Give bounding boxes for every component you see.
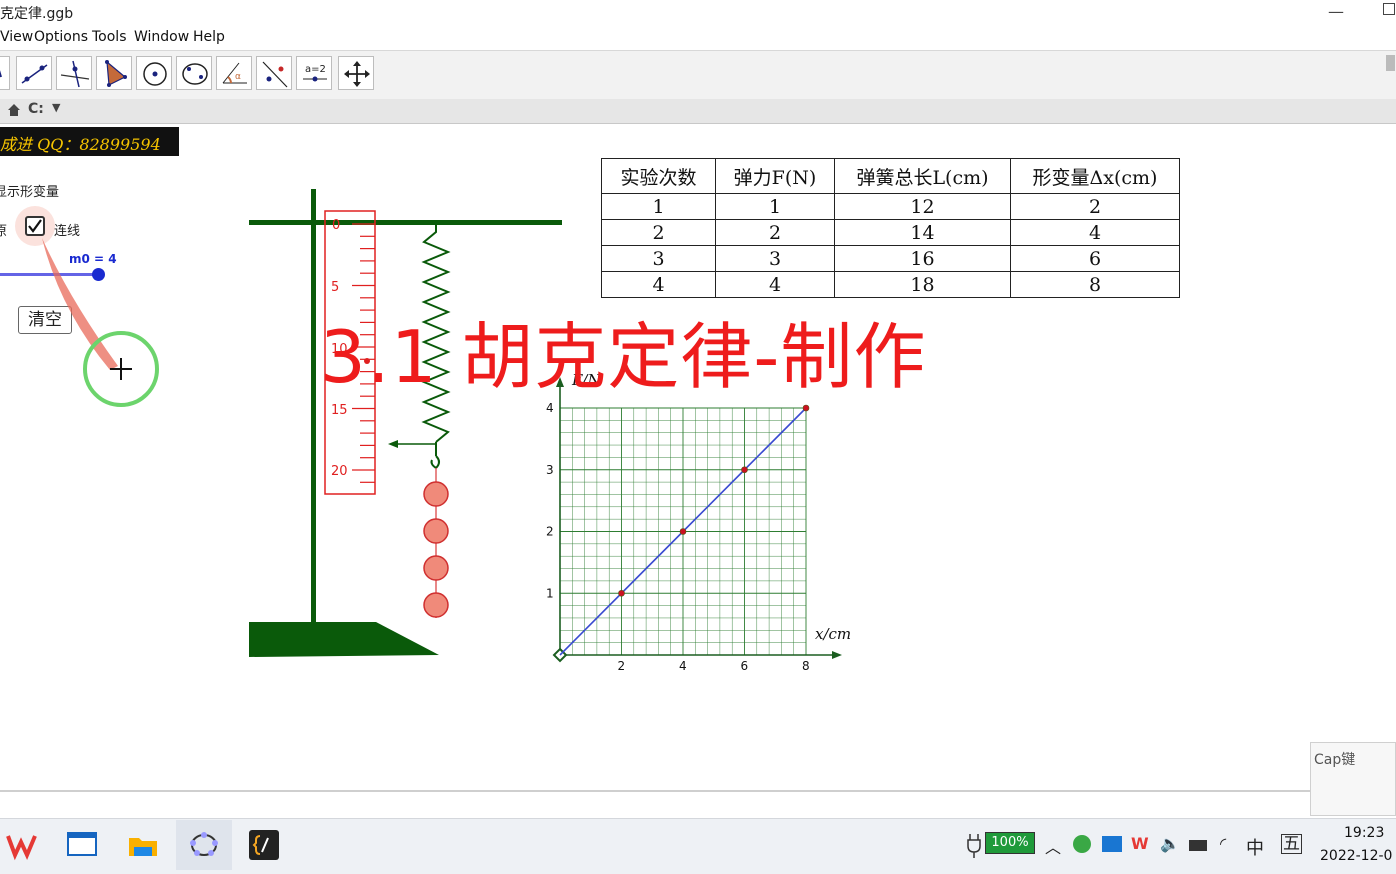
geogebra-icon[interactable] [187, 828, 221, 862]
clock-date[interactable]: 2022-12-0 [1320, 848, 1392, 864]
table-cell: 4 [601, 271, 716, 298]
weight-2 [423, 518, 449, 544]
wps-icon[interactable] [5, 828, 39, 862]
table-row: 2 2 14 4 [601, 219, 1180, 246]
weight-3 [423, 555, 449, 581]
ruler-label-5: 5 [331, 280, 339, 295]
table-cell: 2 [715, 219, 835, 246]
stand-top-bar [249, 220, 562, 225]
clock-time[interactable]: 19:23 [1344, 825, 1384, 841]
table-cell: 1 [715, 193, 835, 220]
window-icon[interactable] [66, 828, 100, 862]
weight-4 [423, 592, 449, 618]
data-point [802, 404, 810, 412]
wifi-icon[interactable]: ◜ [1220, 834, 1226, 853]
caps-popup-text: Cap键 [1314, 752, 1356, 768]
status-divider [0, 790, 1396, 792]
tray-chevron-up-icon[interactable]: ︿ [1045, 834, 1061, 858]
table-cell: 2 [1010, 193, 1180, 220]
hook-icon [430, 455, 440, 470]
table-cell: 3 [715, 245, 835, 272]
ime-mode-indicator[interactable]: 五 [1281, 834, 1302, 854]
y-tick-label: 4 [546, 401, 554, 415]
meeting-icon[interactable] [1102, 836, 1122, 852]
power-plug-icon [966, 832, 982, 858]
weight-1 [423, 481, 449, 507]
ruler-label-0: 0 [332, 218, 340, 233]
table-cell: 1 [601, 193, 716, 220]
table-header: 实验次数 [601, 158, 716, 194]
x-tick-label: 2 [618, 659, 626, 673]
chart-xlabel: x/cm [815, 625, 851, 643]
stand-pole [311, 189, 316, 625]
ruler-label-20: 20 [331, 464, 348, 479]
x-tick-label: 6 [741, 659, 749, 673]
table-cell: 8 [1010, 271, 1180, 298]
bracket-app-icon[interactable] [247, 828, 281, 862]
table-cell: 6 [1010, 245, 1180, 272]
y-tick-label: 3 [546, 463, 554, 477]
chart-series [559, 404, 810, 656]
table-cell: 4 [1010, 219, 1180, 246]
ruler-label-15: 15 [331, 403, 348, 418]
data-point [679, 528, 687, 535]
table-header: 形变量Δx(cm) [1010, 158, 1180, 194]
y-tick-label: 2 [546, 525, 554, 539]
table-header: 弹簧总长L(cm) [834, 158, 1011, 194]
x-axis-arrow [832, 651, 842, 659]
table-row: 3 3 16 6 [601, 245, 1180, 272]
x-tick-label: 4 [679, 659, 687, 673]
y-tick-label: 1 [546, 586, 554, 600]
force-extension-chart: 2 4 6 81234 F/N x/cm [546, 371, 851, 673]
volume-icon[interactable]: 🔈 [1160, 834, 1180, 853]
table-cell: 2 [601, 219, 716, 246]
stand-base [249, 622, 439, 657]
battery-indicator[interactable]: 100% [985, 832, 1035, 854]
table-cell: 4 [715, 271, 835, 298]
table-row: 4 4 18 8 [601, 271, 1180, 298]
battery-tray-icon[interactable] [1189, 840, 1207, 851]
table-cell: 14 [834, 219, 1011, 246]
x-tick-label: 8 [802, 659, 810, 673]
file-explorer-icon[interactable] [126, 828, 160, 862]
table-cell: 3 [601, 245, 716, 272]
table-header: 弹力F(N) [715, 158, 835, 194]
sync-icon[interactable] [1073, 835, 1091, 853]
wps-tray-icon[interactable]: W [1131, 834, 1149, 853]
ime-indicator[interactable]: 中 [1246, 834, 1264, 860]
data-point [741, 466, 748, 474]
table-cell: 16 [834, 245, 1011, 272]
table-cell: 12 [834, 193, 1011, 220]
table-cell: 18 [834, 271, 1011, 298]
cursor-trail [42, 238, 118, 370]
overlay-title: 3.1 胡克定律-制作 [320, 315, 927, 399]
table-row: 1 1 12 2 [601, 193, 1180, 220]
data-point [618, 589, 625, 597]
data-table: 实验次数 弹力F(N) 弹簧总长L(cm) 形变量Δx(cm) 1 1 12 2… [601, 158, 1180, 298]
